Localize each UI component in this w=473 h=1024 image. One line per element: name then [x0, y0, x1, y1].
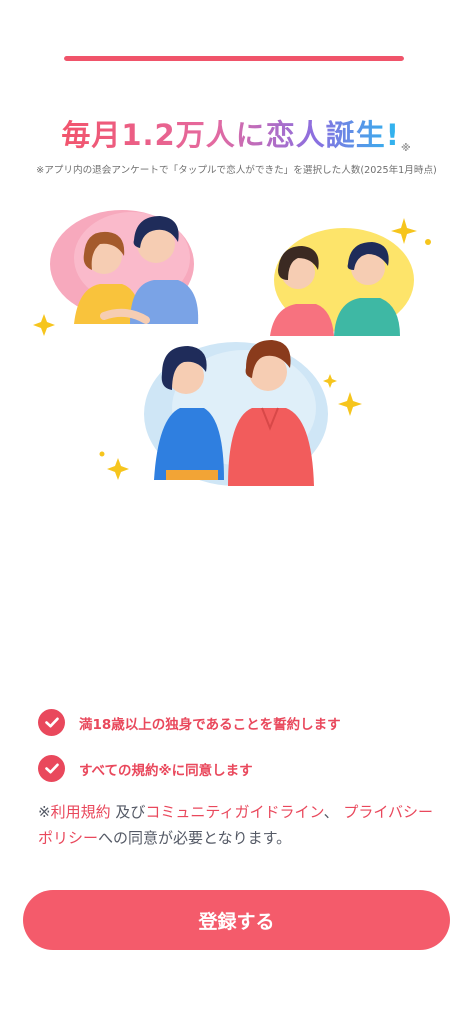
headline-footnote-mark: ※	[400, 143, 412, 154]
couples-illustration	[33, 210, 431, 486]
agree-age-checkbox[interactable]: 満18歳以上の独身であることを誓約します	[38, 709, 341, 736]
checkmark-icon	[38, 755, 65, 782]
couple-illustration-1	[50, 210, 199, 324]
page-headline: 毎月1.2万人に恋人誕生!※	[0, 112, 473, 154]
community-guidelines-link[interactable]: コミュニティガイドライン	[145, 803, 323, 821]
register-button[interactable]: 登録する	[23, 890, 450, 950]
notice-conjunction-1: 及び	[110, 803, 146, 821]
agree-terms-label: すべての規約※に同意します	[79, 762, 253, 779]
couple-illustration-3	[144, 340, 328, 486]
notice-conjunction-2: 、	[323, 803, 344, 821]
notice-prefix: ※	[38, 803, 51, 821]
agree-age-label: 満18歳以上の独身であることを誓約します	[79, 716, 341, 733]
checkmark-icon	[38, 709, 65, 736]
onboarding-progress-bar	[64, 56, 404, 61]
couple-illustration-2	[270, 228, 414, 336]
survey-footnote: ※アプリ内の退会アンケートで「タップルで恋人ができた」を選択した人数(2025年…	[36, 165, 437, 176]
notice-suffix: への同意が必要となります。	[98, 829, 292, 847]
headline-text: 毎月1.2万人に恋人誕生!	[61, 118, 400, 152]
agree-terms-checkbox[interactable]: すべての規約※に同意します	[38, 755, 253, 782]
terms-of-service-link[interactable]: 利用規約	[51, 803, 111, 821]
terms-notice: ※利用規約 及びコミュニティガイドライン、 プライバシーポリシーへの同意が必要と…	[38, 799, 448, 851]
progress-bar-fill	[64, 56, 404, 61]
